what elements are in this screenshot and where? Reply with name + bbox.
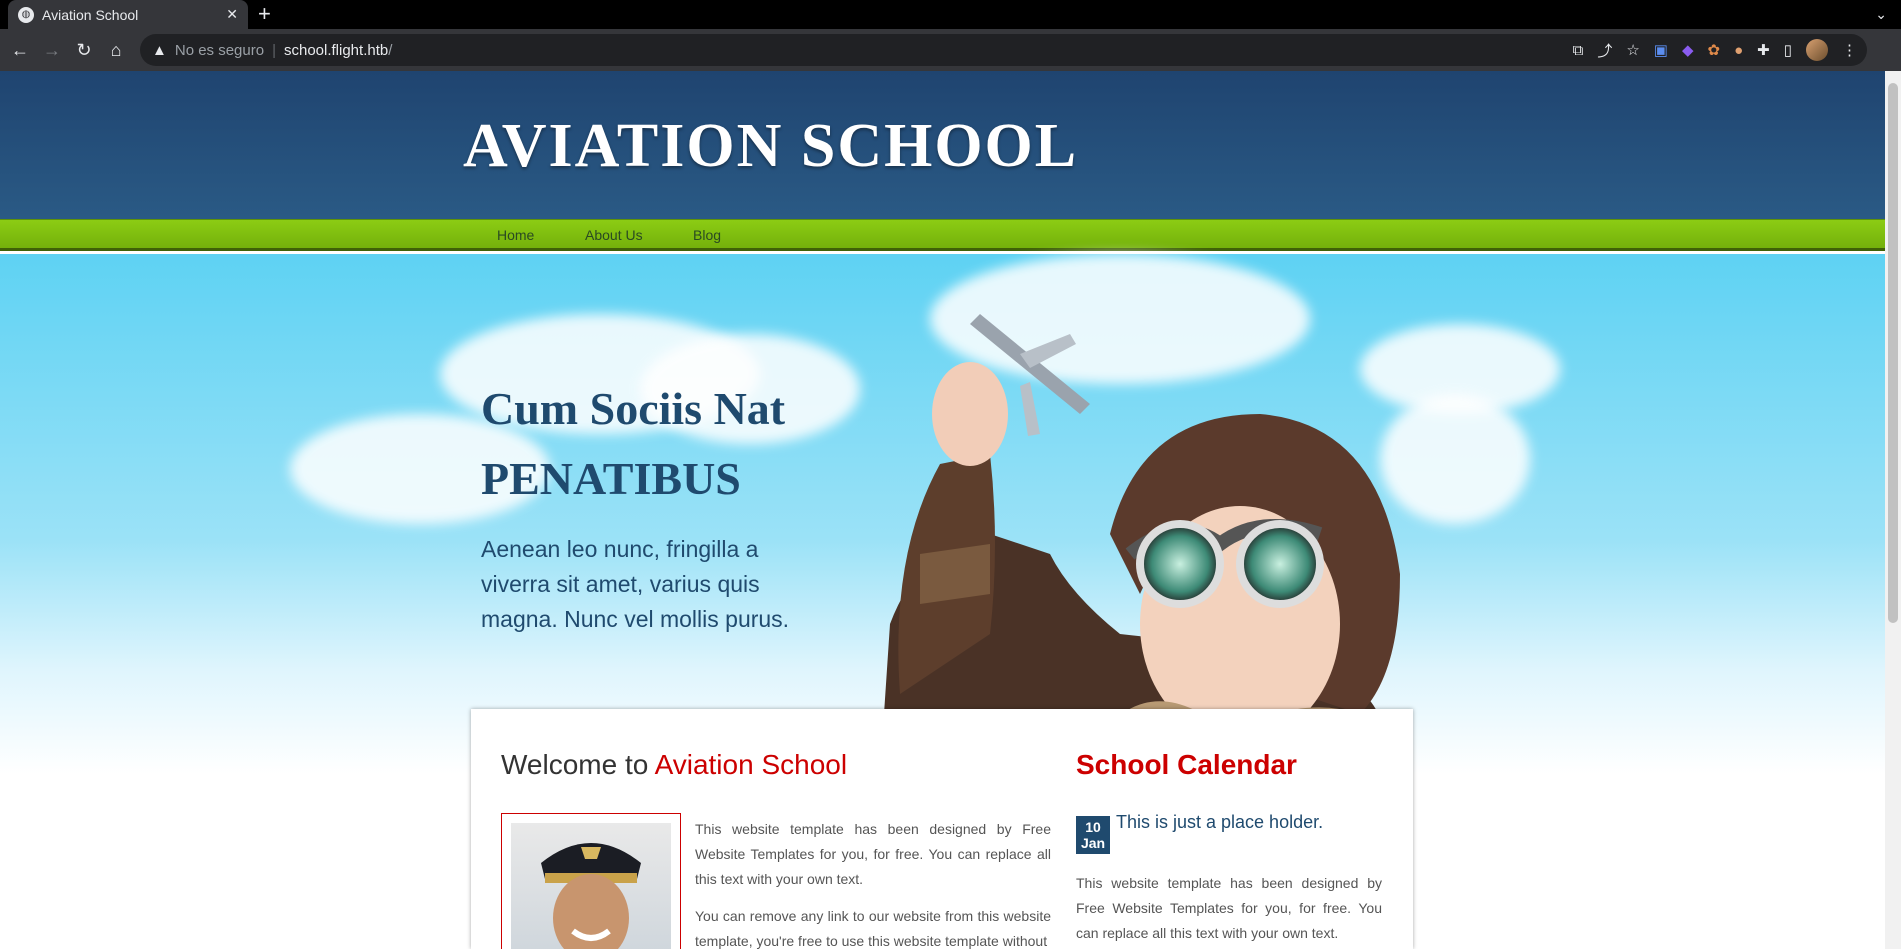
nav-home[interactable]: Home xyxy=(497,227,534,243)
star-icon[interactable]: ☆ xyxy=(1626,41,1639,59)
url-path[interactable]: / xyxy=(388,42,392,59)
tab-aviation-school[interactable]: ◍ Aviation School ✕ xyxy=(8,0,248,29)
site-header: AVIATION SCHOOL xyxy=(0,71,1885,219)
tab-title: Aviation School xyxy=(42,6,139,23)
page-scrollbar[interactable] xyxy=(1885,71,1901,949)
url-separator: | xyxy=(272,41,276,59)
welcome-prefix: Welcome to xyxy=(501,749,655,780)
extension-icon[interactable]: ✿ xyxy=(1708,41,1721,59)
url-host[interactable]: school.flight.htb xyxy=(284,42,388,59)
event-title-link[interactable]: This is just a place holder. xyxy=(1116,812,1323,833)
calendar-heading: School Calendar xyxy=(1076,749,1297,780)
globe-icon: ◍ xyxy=(18,6,34,23)
pilot-kid-image xyxy=(880,314,1400,774)
calendar-text: This website template has been designed … xyxy=(1076,875,1382,941)
web-page: AVIATION SCHOOL Home About Us Blog Cum S… xyxy=(0,71,1885,949)
warning-icon[interactable]: ▲ xyxy=(152,42,167,59)
extension-icon[interactable]: ◆ xyxy=(1682,41,1694,59)
welcome-highlight: Aviation School xyxy=(654,749,848,780)
omnibox-actions: ⧉ ⤴ ☆ ▣ ◆ ✿ ● ✚ ▯ ⋮ xyxy=(1573,34,1867,66)
event-month: Jan xyxy=(1080,835,1106,851)
browser-toolbar: ← → ↻ ⌂ ▲ No es seguro | school.flight.h… xyxy=(0,29,1901,71)
share-icon[interactable]: ⤴ xyxy=(1597,40,1612,61)
tab-strip: ◍ Aviation School ✕ + ⌄ xyxy=(0,0,1901,29)
tab-search-icon[interactable]: ⌄ xyxy=(1875,6,1887,23)
scrollbar-thumb[interactable] xyxy=(1888,83,1898,623)
pilot-photo xyxy=(511,823,671,949)
new-tab-button[interactable]: + xyxy=(258,3,271,25)
extension-icon[interactable]: ▣ xyxy=(1654,41,1668,59)
content-panel: Welcome to Aviation School This website … xyxy=(471,709,1413,949)
hero-banner: Cum Sociis Nat PENATIBUS Aenean leo nunc… xyxy=(0,254,1885,774)
close-tab-icon[interactable]: ✕ xyxy=(226,6,238,23)
hero-heading-line1: Cum Sociis Nat xyxy=(481,383,786,434)
hero-heading: Cum Sociis Nat PENATIBUS xyxy=(481,374,785,514)
nav-about-us[interactable]: About Us xyxy=(585,227,643,243)
nav-blog[interactable]: Blog xyxy=(693,227,721,243)
welcome-heading: Welcome to Aviation School xyxy=(501,749,847,781)
reload-icon[interactable]: ↻ xyxy=(68,34,100,66)
address-bar[interactable]: ▲ No es seguro | school.flight.htb / ⧉ ⤴… xyxy=(140,34,1867,66)
back-icon[interactable]: ← xyxy=(4,34,36,66)
extensions-icon[interactable]: ✚ xyxy=(1757,41,1770,59)
hero-heading-line2: PENATIBUS xyxy=(481,453,741,504)
pilot-photo-frame xyxy=(501,813,681,949)
home-icon[interactable]: ⌂ xyxy=(100,34,132,66)
event-day: 10 xyxy=(1085,819,1101,835)
sidebar-icon[interactable]: ▯ xyxy=(1784,41,1792,59)
forward-icon[interactable]: → xyxy=(36,34,68,66)
welcome-text: This website template has been designed … xyxy=(695,817,1051,949)
hero-text: Aenean leo nunc, fringilla a viverra sit… xyxy=(481,536,790,632)
event-date-badge: 10 Jan xyxy=(1076,816,1110,854)
welcome-paragraph-2: You can remove any link to our website f… xyxy=(695,908,1051,949)
extension-icon[interactable]: ● xyxy=(1734,42,1743,59)
security-label[interactable]: No es seguro xyxy=(175,42,264,59)
menu-icon[interactable]: ⋮ xyxy=(1842,41,1857,59)
translate-icon[interactable]: ⧉ xyxy=(1573,42,1584,59)
main-nav: Home About Us Blog xyxy=(0,219,1885,251)
avatar[interactable] xyxy=(1806,39,1828,61)
site-logo[interactable]: AVIATION SCHOOL xyxy=(463,111,1078,182)
welcome-paragraph-1: This website template has been designed … xyxy=(695,821,1051,887)
